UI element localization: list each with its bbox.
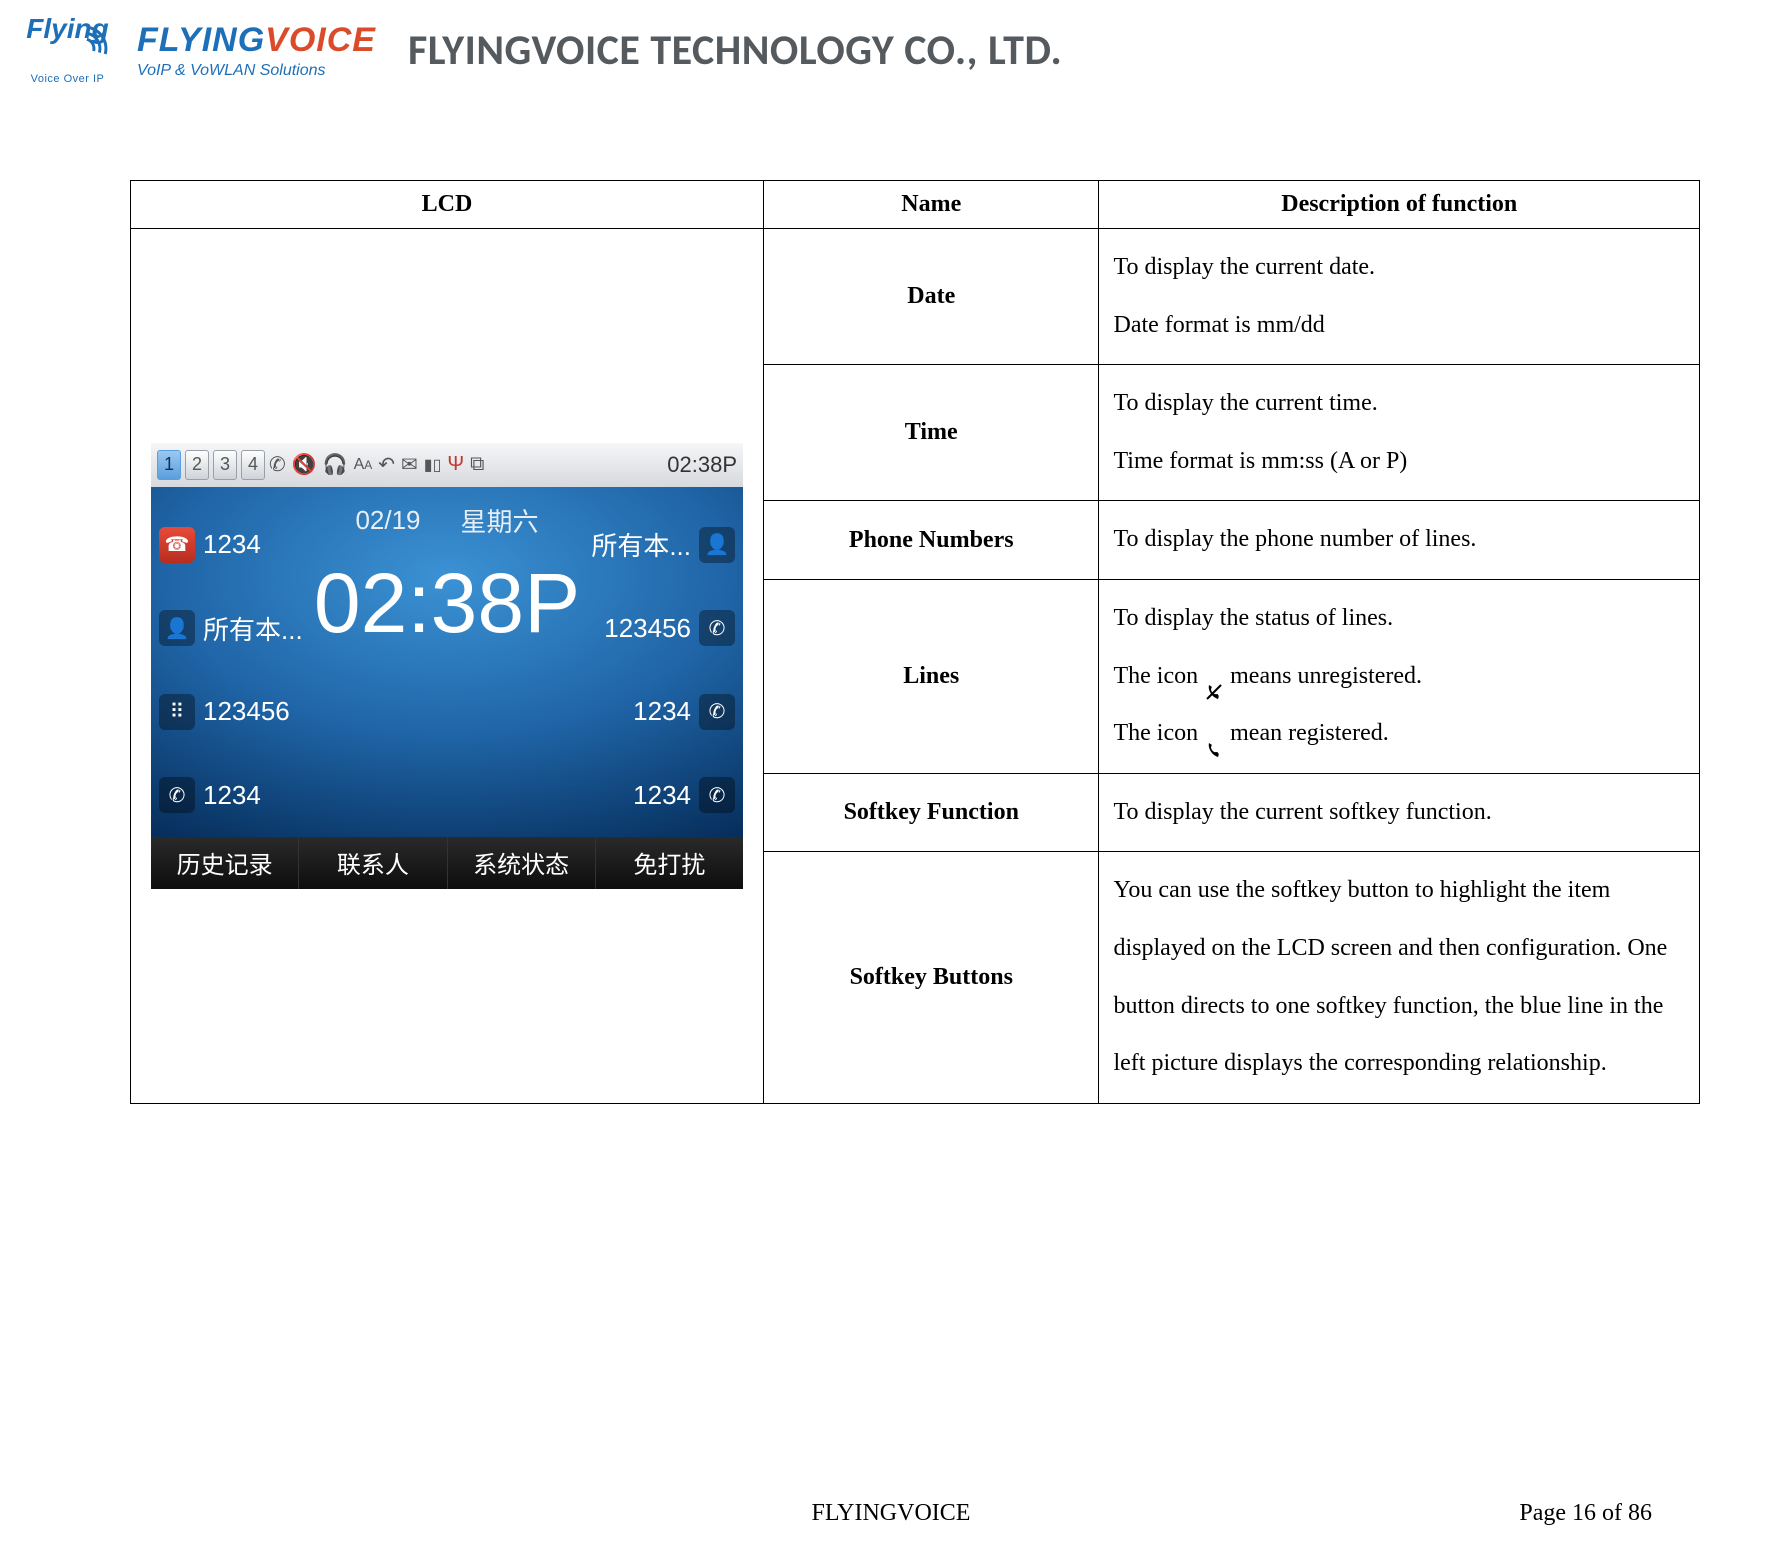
right-line-1: 所有本...👤: [553, 503, 743, 587]
softkey-1: 历史记录: [151, 837, 299, 889]
row-desc: To display the phone number of lines.: [1099, 501, 1700, 580]
row-name: Lines: [764, 579, 1099, 773]
status-icons: ✆ 🔇 🎧 AA ↶ ✉ ▮▯ Ψ ⧉: [269, 452, 484, 477]
call-icon: ✆: [159, 777, 195, 813]
page-header: Flying Voice Over IP FLYINGVOICE VoIP & …: [0, 0, 1782, 100]
row-desc: To display the current softkey function.: [1099, 773, 1700, 852]
row-name: Softkey Buttons: [764, 852, 1099, 1103]
row-desc-lines: To display the status of lines.The icon …: [1099, 579, 1700, 773]
line-label: 1234: [633, 696, 691, 727]
row-desc: You can use the softkey button to highli…: [1099, 852, 1700, 1103]
big-time: 02:38P: [314, 557, 580, 649]
line-label: 1234: [633, 780, 691, 811]
right-line-4: 1234 ✆: [553, 753, 743, 837]
table-header-row: LCD Name Description of function: [131, 181, 1700, 229]
row-name: Softkey Function: [764, 773, 1099, 852]
left-line-1: ☎ 1234: [151, 503, 341, 587]
phone-unregistered-icon: [1204, 667, 1224, 687]
row-name: Phone Numbers: [764, 501, 1099, 580]
footer-page: Page 16 of 86: [1519, 1500, 1652, 1527]
line-label: 1234: [203, 780, 261, 811]
person-icon: 👤: [159, 610, 195, 646]
softkey-2: 联系人: [299, 837, 447, 889]
row-desc: To display the current time.Time format …: [1099, 365, 1700, 501]
call-icon: ✆: [699, 777, 735, 813]
line-label: 1234: [203, 529, 261, 560]
th-desc: Description of function: [1099, 181, 1700, 229]
softkey-3: 系统状态: [448, 837, 596, 889]
right-line-3: 1234 ✆: [553, 670, 743, 754]
desc-text: mean registered.: [1224, 720, 1389, 746]
center-stack: 02/19 星期六 02:38P: [341, 491, 553, 649]
logo-brand: FLYINGVOICE: [137, 21, 376, 60]
call-icon: ✆: [699, 610, 735, 646]
aa-icon: AA: [354, 456, 373, 474]
th-name: Name: [764, 181, 1099, 229]
status-left: 1 2 3 4 ✆ 🔇 🎧 AA ↶ ✉ ▮▯ Ψ: [157, 450, 484, 480]
line-tab-2: 2: [185, 450, 209, 480]
headset-icon: 🎧: [323, 452, 348, 477]
table-row: 1 2 3 4 ✆ 🔇 🎧 AA ↶ ✉ ▮▯ Ψ: [131, 229, 1700, 365]
row-desc: To display the current date.Date format …: [1099, 229, 1700, 365]
left-line-4: ✆ 1234: [151, 753, 341, 837]
undo-icon: ↶: [378, 452, 395, 477]
line-tab-1: 1: [157, 450, 181, 480]
vm-icon: ⧉: [470, 453, 484, 476]
dialpad-icon: ⠿: [159, 694, 195, 730]
line-tab-3: 3: [213, 450, 237, 480]
date-row: 02/19 星期六: [355, 491, 538, 551]
logo-tagline: VoIP & VoWLAN Solutions: [137, 62, 376, 80]
line-tab-4: 4: [241, 450, 265, 480]
lcd-description-table: LCD Name Description of function 1 2 3 4…: [130, 180, 1700, 1104]
phone-lcd: 1 2 3 4 ✆ 🔇 🎧 AA ↶ ✉ ▮▯ Ψ: [151, 443, 743, 889]
line-label: 所有本...: [203, 610, 303, 647]
softkey-4: 免打扰: [596, 837, 743, 889]
logo-rect: FLYINGVOICE VoIP & VoWLAN Solutions: [137, 21, 376, 80]
phone-icon: ☎: [159, 527, 195, 563]
usb-icon: Ψ: [447, 453, 464, 476]
footer-center: FLYINGVOICE: [812, 1500, 971, 1527]
row-name: Time: [764, 365, 1099, 501]
phone-registered-icon: [1204, 725, 1224, 745]
right-line-2: 123456 ✆: [553, 586, 743, 670]
date-text: 02/19: [355, 505, 420, 536]
left-line-3: ⠿ 123456: [151, 670, 341, 754]
line-label: 123456: [203, 696, 290, 727]
person-card-icon: 👤: [699, 527, 735, 563]
page-footer: FLYINGVOICE Page 16 of 86: [0, 1500, 1782, 1536]
line-label: 123456: [604, 613, 691, 644]
call-icon: ✆: [699, 694, 735, 730]
handset-icon: ✆: [269, 452, 286, 477]
softkey-bar: 历史记录 联系人 系统状态 免打扰: [151, 837, 743, 889]
lcd-screenshot-cell: 1 2 3 4 ✆ 🔇 🎧 AA ↶ ✉ ▮▯ Ψ: [131, 229, 764, 1104]
status-bar: 1 2 3 4 ✆ 🔇 🎧 AA ↶ ✉ ▮▯ Ψ: [151, 443, 743, 487]
weekday-text: 星期六: [461, 502, 539, 539]
mail-icon: ✉: [401, 452, 418, 477]
row-name: Date: [764, 229, 1099, 365]
left-line-2: 👤所有本...: [151, 586, 341, 670]
company-title: FLYINGVOICE TECHNOLOGY CO., LTD.: [408, 25, 1062, 76]
speaker-mute-icon: 🔇: [292, 452, 317, 477]
status-time: 02:38P: [667, 452, 737, 478]
line-label: 所有本...: [591, 526, 691, 563]
logo-square: Flying Voice Over IP: [10, 5, 125, 95]
th-lcd: LCD: [131, 181, 764, 229]
battery-icon: ▮▯: [424, 455, 442, 475]
